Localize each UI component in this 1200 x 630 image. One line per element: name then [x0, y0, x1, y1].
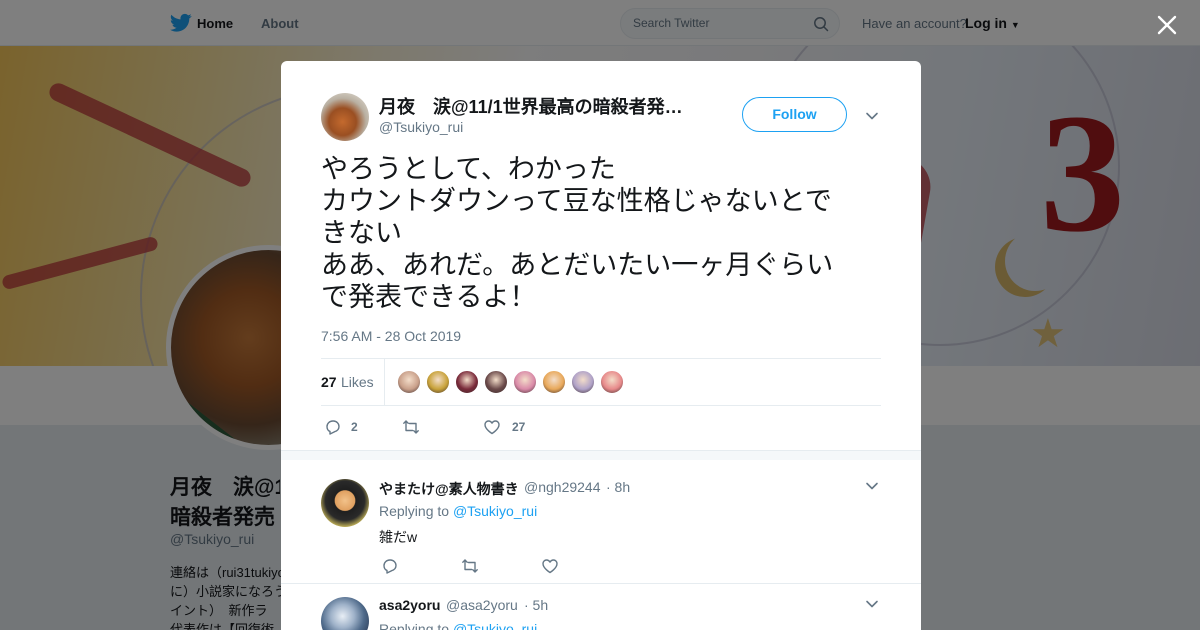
reply-time[interactable]: · 8h — [606, 479, 630, 495]
tweet-actions: 2 27 — [321, 417, 881, 437]
author-avatar[interactable] — [321, 93, 369, 141]
tweet-text-line: やろうとして、わかった — [321, 154, 616, 184]
liker-avatar[interactable] — [571, 370, 595, 394]
reply-author-handle[interactable]: @ngh29244 — [524, 479, 601, 495]
heart-icon[interactable] — [541, 557, 559, 575]
liker-avatar[interactable] — [484, 370, 508, 394]
likes-label[interactable]: Likes — [341, 374, 374, 390]
replying-to: Replying to @Tsukiyo_rui — [379, 621, 537, 630]
reply-tweet[interactable]: asa2yoru @asa2yoru · 5h Replying to @Tsu… — [281, 584, 921, 630]
reply-icon[interactable] — [381, 557, 399, 575]
retweet-icon[interactable] — [461, 557, 479, 575]
chevron-down-icon[interactable] — [864, 108, 880, 124]
tweet-text-line: きない — [321, 218, 402, 248]
author-handle[interactable]: @Tsukiyo_rui — [379, 119, 463, 135]
tweet-text-line: ああ、あれだ。あとだいたい一ヶ月ぐらい — [321, 250, 834, 280]
like-count: 27 — [512, 420, 526, 434]
liker-avatar[interactable] — [455, 370, 479, 394]
reply-avatar[interactable] — [321, 479, 369, 527]
author-name[interactable]: 月夜 涙@11/1世界最高の暗殺者発… — [379, 93, 699, 119]
reply-text: 雑だw — [379, 529, 418, 545]
follow-button[interactable]: Follow — [742, 97, 847, 132]
reply-count: 2 — [351, 420, 358, 434]
section-separator — [281, 450, 921, 460]
liker-avatar[interactable] — [426, 370, 450, 394]
reply-time[interactable]: · 5h — [524, 597, 548, 613]
reply-actions — [379, 557, 679, 577]
heart-icon — [484, 420, 500, 435]
replying-to-label: Replying to — [379, 621, 450, 630]
reply-author-handle[interactable]: @asa2yoru — [446, 597, 518, 613]
tweet-stats: 27 Likes — [321, 358, 881, 406]
chevron-down-icon[interactable] — [864, 596, 880, 612]
replying-to-link[interactable]: @Tsukiyo_rui — [453, 621, 537, 630]
liker-avatar[interactable] — [397, 370, 421, 394]
reply-icon — [326, 420, 340, 435]
chevron-down-icon[interactable] — [864, 478, 880, 494]
tweet-text-line: カウントダウンって豆な性格じゃないとで — [321, 186, 832, 216]
reply-author-name[interactable]: やまたけ@素人物書き — [379, 479, 519, 499]
replying-to: Replying to @Tsukiyo_rui — [379, 503, 537, 519]
liker-avatar[interactable] — [600, 370, 624, 394]
retweet-icon — [403, 420, 419, 434]
tweet-timestamp[interactable]: 7:56 AM - 28 Oct 2019 — [321, 328, 461, 344]
close-icon[interactable] — [1154, 12, 1180, 38]
stats-divider — [384, 359, 385, 405]
tweet-text-line: で発表できるよ！ — [321, 282, 537, 312]
liker-avatar[interactable] — [513, 370, 537, 394]
replying-to-link[interactable]: @Tsukiyo_rui — [453, 503, 537, 519]
reply-author-name[interactable]: asa2yoru — [379, 597, 440, 613]
likes-count[interactable]: 27 — [321, 374, 337, 390]
replying-to-label: Replying to — [379, 503, 450, 519]
liker-avatar[interactable] — [542, 370, 566, 394]
reply-avatar[interactable] — [321, 597, 369, 630]
tweet-modal: 月夜 涙@11/1世界最高の暗殺者発… @Tsukiyo_rui Follow … — [281, 61, 921, 630]
reply-tweet[interactable]: やまたけ@素人物書き @ngh29244 · 8h Replying to @T… — [281, 460, 921, 583]
tweet-text: やろうとして、わかった カウントダウンって豆な性格じゃないとで きない ああ、あ… — [321, 153, 881, 313]
